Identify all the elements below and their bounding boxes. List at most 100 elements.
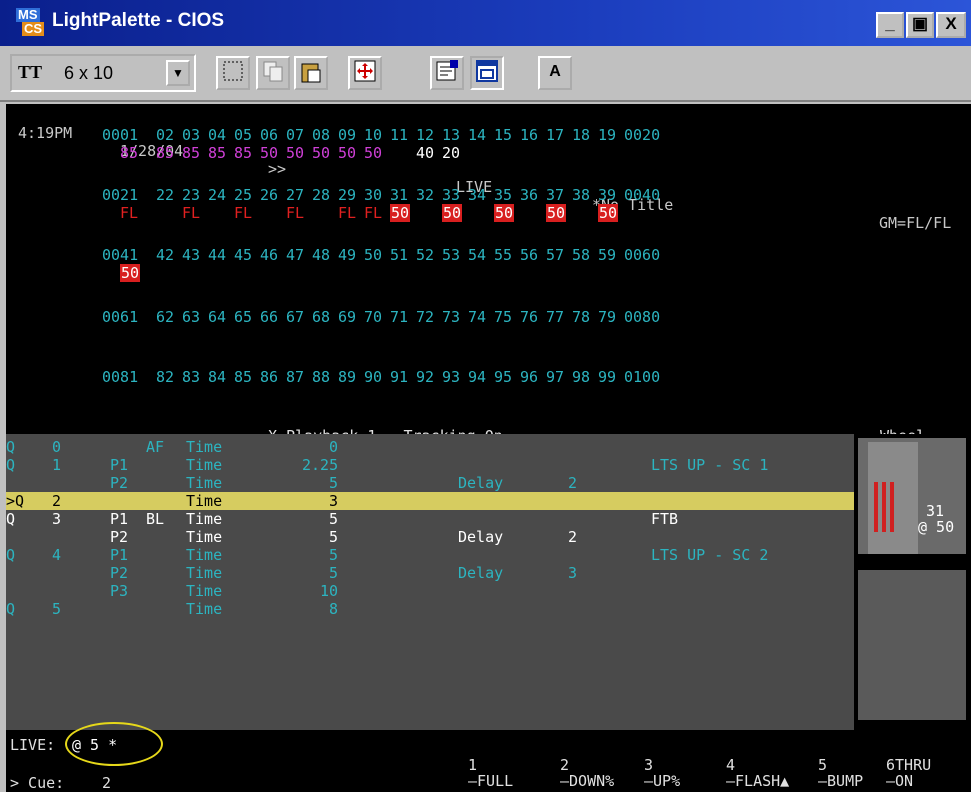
copy-icon[interactable] [256,56,290,90]
channel-label[interactable]: 02 [156,126,174,144]
channel-label[interactable]: 55 [494,246,512,264]
channel-label[interactable]: 88 [312,368,330,386]
channel-label[interactable]: 68 [312,308,330,326]
channel-label[interactable]: 99 [598,368,616,386]
channel-label[interactable]: 03 [182,126,200,144]
channel-label[interactable]: 69 [338,308,356,326]
channel-label[interactable]: 51 [390,246,408,264]
channel-label[interactable]: 71 [390,308,408,326]
channel-label[interactable]: 73 [442,308,460,326]
cue-row[interactable]: P2 Time Delay 2 5 [6,474,854,492]
channel-label[interactable]: 70 [364,308,382,326]
channel-label[interactable]: 98 [572,368,590,386]
channel-label[interactable]: 84 [208,368,226,386]
close-button[interactable]: X [936,12,966,38]
channel-label[interactable]: 26 [260,186,278,204]
channel-label[interactable]: 06 [260,126,278,144]
channel-label[interactable]: 17 [546,126,564,144]
channel-label[interactable]: 04 [208,126,226,144]
channel-label[interactable]: 49 [338,246,356,264]
channel-label[interactable]: 87 [286,368,304,386]
cue-row[interactable]: Q 5 Time 8 [6,600,854,618]
channel-label[interactable]: 0081 [102,368,138,386]
minimize-button[interactable]: _ [876,12,904,38]
channel-label[interactable]: 83 [182,368,200,386]
channel-label[interactable]: 62 [156,308,174,326]
cue-row[interactable]: P2 Time Delay 2 5 [6,528,854,546]
channel-label[interactable]: 90 [364,368,382,386]
maximize-button[interactable]: ▣ [906,12,934,38]
channel-label[interactable]: 15 [494,126,512,144]
channel-label[interactable]: 66 [260,308,278,326]
font-size-selector[interactable]: TT 6 x 10 ▼ [10,54,196,92]
channel-label[interactable]: 08 [312,126,330,144]
channel-label[interactable]: 07 [286,126,304,144]
channel-label[interactable]: 38 [572,186,590,204]
channel-label[interactable]: 31 [390,186,408,204]
channel-label[interactable]: 0020 [624,126,660,144]
channel-label[interactable]: 18 [572,126,590,144]
channel-label[interactable]: 97 [546,368,564,386]
channel-label[interactable]: 0001 [102,126,138,144]
channel-label[interactable]: 14 [468,126,486,144]
channel-label[interactable]: 89 [338,368,356,386]
channel-label[interactable]: 0040 [624,186,660,204]
channel-label[interactable]: 12 [416,126,434,144]
channel-label[interactable]: 47 [286,246,304,264]
channel-label[interactable]: 33 [442,186,460,204]
channel-label[interactable]: 56 [520,246,538,264]
channel-label[interactable]: 54 [468,246,486,264]
wheel-scroll-area[interactable] [858,570,966,720]
cue-row[interactable]: P2 Time Delay 3 5 [6,564,854,582]
channel-label[interactable]: 48 [312,246,330,264]
channel-label[interactable]: 43 [182,246,200,264]
fit-window-icon[interactable] [348,56,382,90]
paste-icon[interactable] [294,56,328,90]
channel-label[interactable]: 78 [572,308,590,326]
cue-row[interactable]: Q 4 P1 Time LTS UP - SC 2 5 [6,546,854,564]
chevron-down-icon[interactable]: ▼ [166,60,190,86]
channel-label[interactable]: 16 [520,126,538,144]
cue-row[interactable]: Q 0 AF Time 0 [6,438,854,456]
softkey-label[interactable]: —UP% [644,772,680,790]
channel-label[interactable]: 25 [234,186,252,204]
wheel-indicator[interactable]: 31 @ 50 [858,438,966,554]
softkey-label[interactable]: —FULL [468,772,513,790]
channel-label[interactable]: 92 [416,368,434,386]
channel-label[interactable]: 52 [416,246,434,264]
channel-label[interactable]: 32 [416,186,434,204]
cue-row[interactable]: Q 1 P1 Time LTS UP - SC 1 2.25 [6,456,854,474]
channel-label[interactable]: 82 [156,368,174,386]
softkey-label[interactable]: —DOWN% [560,772,614,790]
channel-label[interactable]: 53 [442,246,460,264]
softkey-label[interactable]: —ON [886,772,913,790]
channel-label[interactable]: 44 [208,246,226,264]
channel-label[interactable]: 0080 [624,308,660,326]
channel-label[interactable]: 0100 [624,368,660,386]
channel-label[interactable]: 86 [260,368,278,386]
channel-label[interactable]: 0021 [102,186,138,204]
app-icon[interactable]: MS CS [14,8,46,38]
select-icon[interactable] [216,56,250,90]
channel-label[interactable]: 0060 [624,246,660,264]
channel-label[interactable]: 59 [598,246,616,264]
channel-label[interactable]: 96 [520,368,538,386]
channel-label[interactable]: 30 [364,186,382,204]
channel-label[interactable]: 22 [156,186,174,204]
cue-row[interactable]: >Q 2 Time 3 [6,492,854,510]
channel-label[interactable]: 13 [442,126,460,144]
channel-label[interactable]: 85 [234,368,252,386]
channel-label[interactable]: 93 [442,368,460,386]
channel-label[interactable]: 34 [468,186,486,204]
channel-label[interactable]: 27 [286,186,304,204]
channel-label[interactable]: 79 [598,308,616,326]
softkey-label[interactable]: —BUMP [818,772,863,790]
channel-label[interactable]: 45 [234,246,252,264]
properties-icon[interactable] [430,56,464,90]
channel-label[interactable]: 29 [338,186,356,204]
channel-label[interactable]: 42 [156,246,174,264]
cue-row[interactable]: Q 3 P1 BL Time FTB 5 [6,510,854,528]
channel-label[interactable]: 35 [494,186,512,204]
channel-label[interactable]: 28 [312,186,330,204]
channel-label[interactable]: 37 [546,186,564,204]
